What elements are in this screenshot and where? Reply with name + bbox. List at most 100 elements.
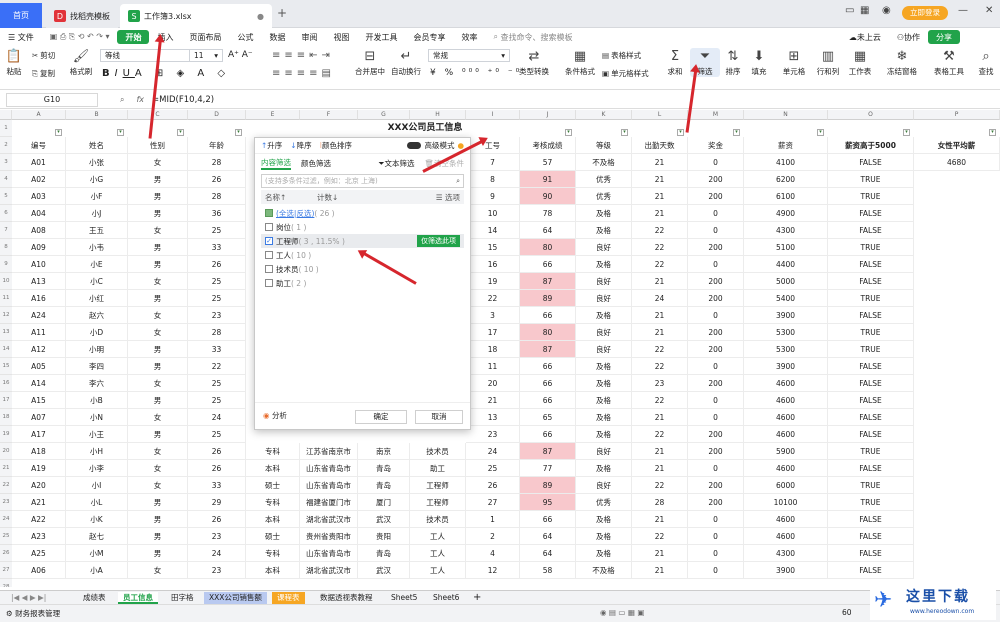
table-cell[interactable]: 山东省青岛市 <box>300 477 358 494</box>
table-cell[interactable]: FALSE <box>828 460 914 477</box>
table-cell[interactable]: 女 <box>128 307 188 324</box>
table-cell[interactable]: 良好 <box>576 290 632 307</box>
table-cell[interactable]: A04 <box>12 205 66 222</box>
table-cell[interactable]: 0 <box>688 154 744 171</box>
row-header[interactable]: 10 <box>0 273 12 290</box>
table-cell[interactable]: 200 <box>688 341 744 358</box>
table-cell[interactable]: 200 <box>688 290 744 307</box>
table-cell[interactable]: 22 <box>466 290 520 307</box>
column-header[interactable]: N <box>744 110 828 120</box>
row-header[interactable]: 14 <box>0 341 12 358</box>
table-cell[interactable]: 0 <box>688 460 744 477</box>
table-cell[interactable]: 78 <box>520 205 576 222</box>
login-button[interactable]: 立即登录 <box>902 6 948 20</box>
sheet-tab[interactable]: Sheet6 <box>428 592 464 604</box>
header-cell[interactable]: 女性平均薪 <box>914 137 1000 154</box>
table-cell[interactable]: 28 <box>188 324 246 341</box>
table-cell[interactable]: 26 <box>188 256 246 273</box>
header-cell[interactable]: 姓名 <box>66 137 128 154</box>
table-cell[interactable]: 26 <box>188 443 246 460</box>
table-cell[interactable]: 23 <box>188 307 246 324</box>
table-cell[interactable]: 200 <box>688 443 744 460</box>
column-header[interactable]: D <box>188 110 246 120</box>
cut-button[interactable]: ✂ 剪切 <box>32 50 55 61</box>
name-box[interactable]: G10 <box>6 92 98 107</box>
table-cell[interactable]: 66 <box>520 426 576 443</box>
checkbox[interactable]: ✓ <box>265 237 273 245</box>
row-header[interactable]: 24 <box>0 511 12 528</box>
table-cell[interactable]: 0 <box>688 392 744 409</box>
table-cell[interactable]: 22 <box>632 358 688 375</box>
sheet-tab[interactable]: 课程表 <box>272 592 305 604</box>
column-header[interactable]: A <box>12 110 66 120</box>
sheet-tab[interactable]: XXX公司销售额 <box>204 592 267 604</box>
sort-desc-button[interactable]: ↓降序 <box>290 140 311 151</box>
table-cell[interactable]: 男 <box>128 426 188 443</box>
row-header[interactable]: 26 <box>0 545 12 562</box>
table-cell[interactable]: 33 <box>188 341 246 358</box>
filter-item[interactable]: 技术员 ( 10 ) <box>261 262 464 276</box>
table-cell[interactable]: 25 <box>188 426 246 443</box>
count-sort-header[interactable]: 计数↓ <box>317 192 338 203</box>
filter-dropdown-icon[interactable]: ▾ <box>177 129 184 136</box>
table-cell[interactable]: 87 <box>520 443 576 460</box>
table-cell[interactable]: 0 <box>688 205 744 222</box>
table-cell[interactable]: 小J <box>66 205 128 222</box>
table-cell[interactable]: 小E <box>66 256 128 273</box>
table-cell[interactable]: 66 <box>520 307 576 324</box>
conditional-format-button[interactable]: ▦ 条件格式 <box>558 48 602 77</box>
row-header[interactable]: 16 <box>0 375 12 392</box>
table-cell[interactable]: 10100 <box>744 494 828 511</box>
checkbox[interactable] <box>265 279 273 287</box>
table-cell[interactable]: 9 <box>466 188 520 205</box>
table-cell[interactable]: A12 <box>12 341 66 358</box>
table-cell[interactable]: 0 <box>688 562 744 579</box>
filter-item[interactable]: ✓ 工程师 ( 3 , 11.5% ) 仅筛选此项 <box>261 234 464 248</box>
table-cell[interactable]: 工程师 <box>410 477 466 494</box>
table-cell[interactable]: 小G <box>66 171 128 188</box>
table-cell[interactable]: 青岛 <box>358 477 410 494</box>
table-cell[interactable]: TRUE <box>828 477 914 494</box>
table-cell[interactable]: FALSE <box>828 375 914 392</box>
file-menu[interactable]: ☰ 文件 <box>0 28 42 46</box>
filter-dropdown-icon[interactable]: ▾ <box>235 129 242 136</box>
table-cell[interactable]: 66 <box>520 375 576 392</box>
table-cell[interactable]: 24 <box>632 290 688 307</box>
table-cell[interactable]: 李四 <box>66 358 128 375</box>
sheet-tab[interactable]: Sheet5 <box>386 592 422 604</box>
row-header[interactable]: 12 <box>0 307 12 324</box>
table-cell[interactable]: A07 <box>12 409 66 426</box>
workbook-tab[interactable]: S 工作簿3.xlsx ● <box>120 4 272 28</box>
row-header[interactable]: 28 <box>0 579 12 587</box>
table-cell[interactable]: 89 <box>520 477 576 494</box>
tab-formula[interactable]: 公式 <box>229 28 261 46</box>
table-cell[interactable]: 64 <box>520 545 576 562</box>
table-cell[interactable]: A01 <box>12 154 66 171</box>
table-cell[interactable]: 专科 <box>246 494 300 511</box>
tab-start[interactable]: 开始 <box>117 30 150 44</box>
cloud-status[interactable]: ☁ 未上云 <box>841 28 889 46</box>
sum-button[interactable]: Σ 求和 <box>660 48 690 77</box>
table-cell[interactable]: 7 <box>466 154 520 171</box>
table-cell[interactable]: 58 <box>520 562 576 579</box>
table-cell[interactable]: FALSE <box>828 562 914 579</box>
table-cell[interactable]: 26 <box>188 511 246 528</box>
advanced-mode-toggle[interactable]: 高级模式 ● <box>407 140 464 151</box>
table-cell[interactable]: 本科 <box>246 511 300 528</box>
table-cell[interactable]: 23 <box>632 375 688 392</box>
table-cell[interactable]: A19 <box>12 460 66 477</box>
name-sort-header[interactable]: 名称↑ <box>265 192 317 203</box>
table-cell[interactable]: TRUE <box>828 290 914 307</box>
table-cell[interactable]: 66 <box>520 511 576 528</box>
table-cell[interactable]: 专科 <box>246 443 300 460</box>
table-cell[interactable]: 25 <box>188 392 246 409</box>
tab-view[interactable]: 视图 <box>325 28 357 46</box>
table-cell[interactable]: 66 <box>520 392 576 409</box>
row-header[interactable]: 4 <box>0 171 12 188</box>
table-cell[interactable]: 33 <box>188 239 246 256</box>
table-cell[interactable]: 22 <box>632 239 688 256</box>
table-cell[interactable]: 0 <box>688 409 744 426</box>
spreadsheet-grid[interactable]: A B C D E F G H I J K L M N O P 1 XXX公司员工信息 ▾ ▾ ▾ ▾ ▾ ▾ ▾ ▾ ▾ ▾ ▾ 2 编号… <box>0 110 1000 587</box>
table-cell[interactable]: 64 <box>520 222 576 239</box>
table-cell[interactable]: TRUE <box>828 341 914 358</box>
